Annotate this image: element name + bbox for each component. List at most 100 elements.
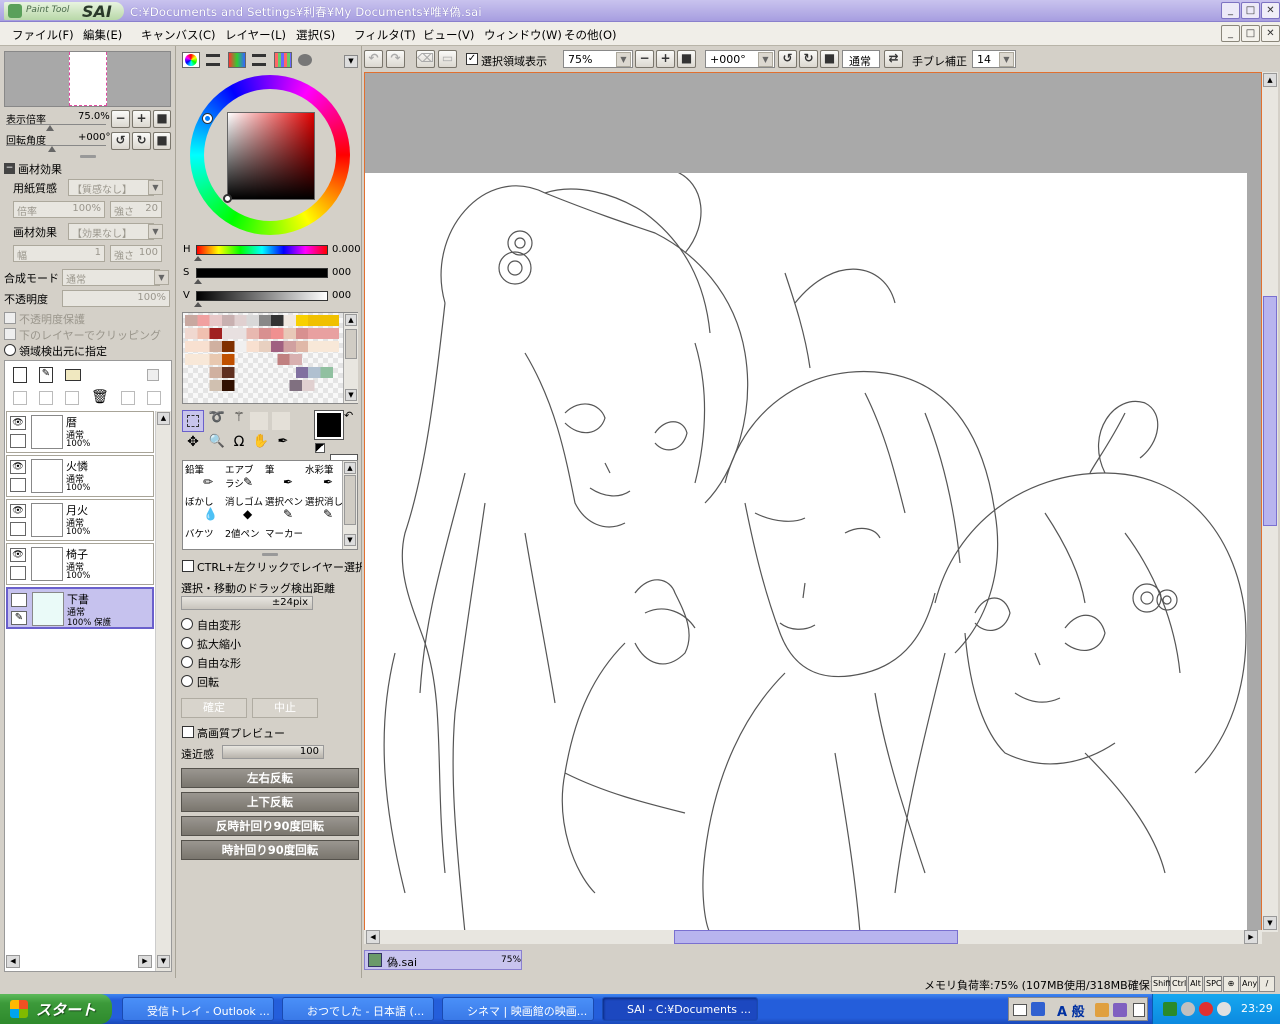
trash-icon[interactable]: 🗑 [91,390,109,405]
layer-item[interactable]: 👁 月火 通常 100% [6,499,154,541]
brush-select-eraser[interactable]: 選択消し ✎ [303,493,343,525]
ime-dictionary-icon[interactable] [1095,1003,1109,1017]
panel-splitter[interactable] [262,553,278,556]
document-tab[interactable]: 偽.sai 75% [364,950,522,970]
flip-vertical-button[interactable]: 上下反転 [181,792,359,812]
flip-view-icon[interactable]: ⇄ [884,50,903,68]
flatten-icon[interactable] [147,391,161,405]
brush-select-pen[interactable]: 選択ペン ✎ [263,493,303,525]
menu-canvas[interactable]: キャンバス(C) [141,27,216,43]
canvas-viewport[interactable] [364,72,1262,932]
zoom-in-button[interactable]: + [132,110,151,128]
lock-toggle[interactable] [10,566,26,580]
swatch-tab[interactable] [274,52,292,68]
hq-preview-checkbox[interactable] [182,726,194,738]
view-mode-button[interactable]: 通常 [842,50,880,68]
rotate-slider[interactable] [6,145,106,146]
brush-blur[interactable]: ぼかし 💧 [183,493,223,525]
saturation-value-square[interactable] [227,112,315,200]
saturation-slider[interactable] [196,268,328,278]
hsv-slider-tab[interactable] [228,52,246,68]
scroll-right-icon[interactable]: ▶ [138,955,152,968]
scroll-up-icon[interactable]: ▲ [344,462,356,474]
rotate-ccw-button[interactable]: ↺ [111,132,130,150]
lock-toggle[interactable] [10,478,26,492]
network-icon[interactable] [1163,1002,1177,1016]
lasso-icon[interactable]: ➰ [206,410,228,432]
detect-source-radio[interactable] [4,344,16,356]
confirm-button[interactable]: 確定 [181,698,247,718]
ctrl-select-checkbox[interactable] [182,560,194,572]
tray-icon[interactable] [1181,1002,1195,1016]
zoom-out-button[interactable]: − [111,110,130,128]
merge-visible-icon[interactable] [121,391,135,405]
drag-detect-slider[interactable]: ±24pix [181,596,313,610]
brush-binary-pen[interactable]: 2値ペン [223,525,263,549]
lock-toggle[interactable] [10,434,26,448]
zoom-reset-button[interactable]: ■ [153,110,171,128]
brush-eraser[interactable]: 消しゴム ◆ [223,493,263,525]
value-slider[interactable] [196,291,328,301]
selection-tool[interactable] [182,410,204,432]
layer-item[interactable]: 👁 椅子 通常 100% [6,543,154,585]
scroll-down-icon[interactable]: ▼ [157,955,170,968]
toolbar-zoom-reset-button[interactable]: ■ [677,50,696,68]
rgb-slider-tab[interactable] [206,54,220,66]
clipping-checkbox[interactable] [4,328,16,340]
scroll-thumb[interactable] [345,329,357,359]
cancel-button[interactable]: 中止 [252,698,318,718]
menu-layer[interactable]: レイヤー(L) [225,27,286,43]
effect-width-field[interactable]: 幅1 [13,245,105,262]
transfer-down-icon[interactable] [13,391,27,405]
chevron-down-icon[interactable]: ▼ [148,224,163,239]
swatch-panel[interactable]: ▲ ▼ [182,312,358,404]
chevron-down-icon[interactable]: ▼ [616,52,631,67]
scroll-down-icon[interactable]: ▼ [1263,916,1277,930]
scroll-down-icon[interactable]: ▼ [345,389,357,401]
pen-icon[interactable]: ✎ [11,611,27,625]
swatch-scrollbar[interactable]: ▲ ▼ [343,313,358,403]
maximize-button[interactable]: □ [1241,2,1260,19]
ime-help-icon[interactable] [1133,1003,1145,1017]
eye-icon[interactable]: 👁 [10,548,26,562]
keyboard-icon[interactable] [1013,1004,1027,1016]
rotate-icon[interactable]: Ω [228,434,250,456]
protect-opacity-checkbox[interactable] [4,312,16,324]
paper-texture-select[interactable]: 【質感なし】 [68,179,154,196]
toolbar-zoom-in-button[interactable]: + [656,50,675,68]
menu-view[interactable]: ビュー(V) [423,27,474,43]
foreground-color-swatch[interactable] [315,411,343,439]
toolbar-rotate-cw-button[interactable]: ↻ [799,50,818,68]
free-shape-radio[interactable] [181,656,193,668]
brush-scrollbar[interactable]: ▲ ▼ [342,461,357,549]
scroll-left-icon[interactable]: ◀ [6,955,20,968]
rotate-cw-button[interactable]: ↻ [132,132,151,150]
menu-filter[interactable]: フィルタ(T) [354,27,416,43]
opacity-field[interactable]: 100% [62,290,170,307]
scroll-left-icon[interactable]: ◀ [366,930,380,944]
speaker-icon[interactable] [1217,1002,1231,1016]
redo-icon[interactable]: ↷ [386,50,405,68]
deselect-icon[interactable]: ⌫ [416,50,435,68]
zoom-slider[interactable] [6,124,106,125]
lock-toggle[interactable] [10,522,26,536]
scroll-up-icon[interactable]: ▲ [157,412,170,425]
brush-pencil[interactable]: 鉛筆 ✏ [183,461,223,493]
effect-select[interactable]: 【効果なし】 [68,223,154,240]
rotate-slider-thumb[interactable] [48,146,56,152]
reset-colors-icon[interactable] [315,443,325,453]
menu-other[interactable]: その他(O) [564,27,617,43]
paper-scale-field[interactable]: 倍率 100% [13,201,105,218]
flip-horizontal-button[interactable]: 左右反転 [181,768,359,788]
ime-toolbar[interactable]: A 般 [1008,997,1148,1021]
scroll-down-icon[interactable]: ▼ [344,534,356,546]
close-button[interactable]: ✕ [1261,2,1280,19]
brush-bucket[interactable]: バケツ [183,525,223,549]
toolbar-rotate-reset-button[interactable]: ■ [820,50,839,68]
chevron-down-icon[interactable]: ▼ [999,52,1014,67]
canvas-vscrollbar[interactable]: ▲ ▼ [1262,72,1278,932]
scroll-thumb[interactable] [1263,296,1277,526]
start-button[interactable]: スタート [0,994,112,1024]
move-icon[interactable]: ✥ [182,434,204,456]
intermediate-color-tab[interactable] [252,54,266,66]
